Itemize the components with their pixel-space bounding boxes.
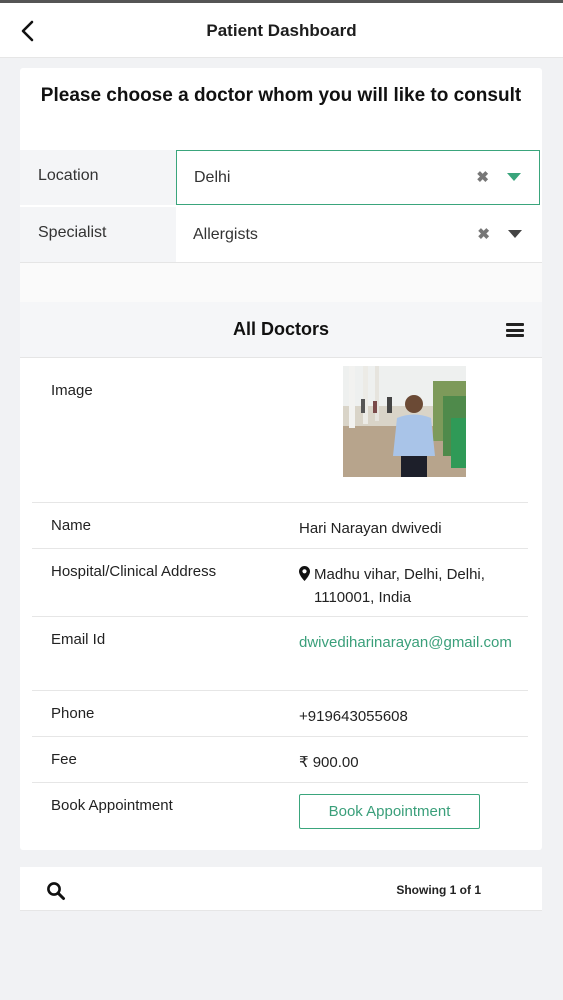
table-row-phone: Phone +919643055608 <box>32 691 528 737</box>
specialist-select[interactable]: Allergists ✖ <box>176 207 540 262</box>
map-marker-icon <box>299 566 310 581</box>
top-bar: Patient Dashboard <box>0 0 563 58</box>
email-label: Email Id <box>51 631 106 648</box>
table-row-image: Image <box>32 358 528 503</box>
hamburger-menu-icon[interactable] <box>506 323 524 337</box>
choose-doctor-heading: Please choose a doctor whom you will lik… <box>40 85 522 106</box>
fee-label: Fee <box>51 751 77 768</box>
chevron-down-icon[interactable] <box>508 230 522 238</box>
address-text: Madhu vihar, Delhi, Delhi, 1110001, Indi… <box>314 566 485 606</box>
doctor-name: Hari Narayan dwivedi <box>299 520 442 537</box>
phone-value: +919643055608 <box>299 708 408 725</box>
chevron-down-icon[interactable] <box>507 173 521 181</box>
page-title: Patient Dashboard <box>206 21 357 40</box>
pagination-bar: Showing 1 of 1 <box>20 867 542 911</box>
clear-location-icon[interactable]: ✖ <box>476 151 489 204</box>
email-link[interactable]: dwivediharinarayan@gmail.com <box>299 631 519 654</box>
fee-value: ₹ 900.00 <box>299 754 359 771</box>
book-appointment-label: Book Appointment <box>51 797 173 814</box>
doctor-photo <box>343 366 466 477</box>
all-doctors-title: All Doctors <box>232 319 329 339</box>
location-value: Delhi <box>194 169 231 186</box>
clear-specialist-icon[interactable]: ✖ <box>477 207 490 262</box>
address-value: Madhu vihar, Delhi, Delhi, 1110001, Indi… <box>299 563 519 609</box>
search-icon[interactable] <box>46 881 66 901</box>
specialist-value: Allergists <box>193 226 258 243</box>
location-label: Location <box>20 150 176 205</box>
specialist-label: Specialist <box>20 207 176 262</box>
table-row-name: Name Hari Narayan dwivedi <box>32 503 528 549</box>
table-row-address: Hospital/Clinical Address Madhu vihar, D… <box>32 549 528 617</box>
image-label: Image <box>51 382 93 399</box>
location-select[interactable]: Delhi ✖ <box>176 150 540 205</box>
all-doctors-header: All Doctors <box>20 302 542 358</box>
table-row-email: Email Id dwivediharinarayan@gmail.com <box>32 617 528 691</box>
table-row-fee: Fee ₹ 900.00 <box>32 737 528 783</box>
name-label: Name <box>51 517 92 534</box>
spacer-band <box>20 263 542 303</box>
phone-label: Phone <box>51 705 95 722</box>
book-appointment-button[interactable]: Book Appointment <box>299 794 480 829</box>
address-label: Hospital/Clinical Address <box>51 563 217 580</box>
doctor-selection-card: Please choose a doctor whom you will lik… <box>20 68 542 850</box>
results-count: Showing 1 of 1 <box>396 883 481 897</box>
table-row-book: Book Appointment Book Appointment <box>32 783 528 843</box>
